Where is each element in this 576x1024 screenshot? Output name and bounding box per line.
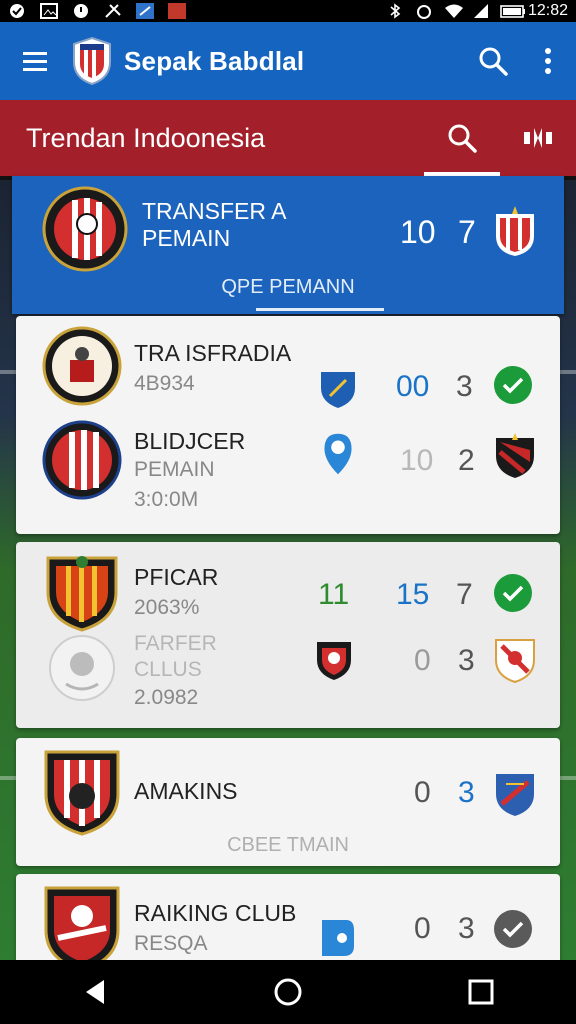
confirmed-status[interactable] [494, 574, 532, 612]
player-name: FARFER [134, 632, 217, 655]
transfer-value: 2063% [134, 596, 200, 619]
club-crest [42, 420, 122, 500]
score-away: 7 [458, 214, 476, 250]
search-icon[interactable] [478, 46, 508, 76]
score-away: 3 [456, 370, 473, 403]
status-bar: 12:82 [0, 0, 576, 22]
more-vert-icon[interactable] [544, 47, 552, 75]
tab-indicator [256, 308, 384, 311]
menu-icon [23, 52, 47, 71]
club-crest [44, 886, 120, 972]
transfer-row[interactable]: RAIKING CLUB RESQA 0 3 [16, 882, 560, 972]
section-title: Trendan Indoonesia [26, 122, 266, 153]
club-name: CLLUS [134, 658, 202, 681]
featured-transfer-card[interactable]: TRANSFER A PEMAIN 10 7 QPE PEMANN [12, 176, 564, 314]
check-icon [502, 377, 524, 394]
tab-search[interactable] [424, 100, 500, 176]
transfer-row[interactable]: TRA ISFRADIA 4B934 00 3 [16, 326, 560, 426]
card-footer-label[interactable]: CBEE TMAIN [16, 834, 560, 857]
battery-icon [500, 3, 525, 19]
player-name: PFICAR [134, 564, 219, 590]
alert-icon [72, 3, 90, 19]
club-crest [44, 750, 120, 836]
transfer-fee: 3:0:0M [134, 488, 199, 511]
signal-icon [472, 3, 490, 19]
player-name: AMAKINS [134, 778, 238, 804]
app-title: Sepak Babdlal [124, 45, 305, 76]
filter-icon [524, 128, 552, 148]
club-crest [42, 186, 128, 272]
pending-status[interactable] [494, 910, 532, 948]
club-crest [49, 635, 115, 701]
score-home: 00 [396, 370, 430, 403]
image-icon [40, 3, 58, 19]
score-home: 0 [414, 776, 431, 809]
home-icon[interactable] [273, 977, 303, 1007]
pin-icon [324, 433, 352, 475]
transfer-value: RESQA [134, 932, 208, 955]
tools-icon [104, 3, 122, 19]
recents-icon[interactable] [468, 979, 494, 1005]
transfer-row[interactable]: BLIDJCER PEMAIN 3:0:0M 10 2 [16, 420, 560, 530]
wifi-icon [444, 3, 463, 19]
system-nav-bar [0, 960, 576, 1024]
transfer-card[interactable]: AMAKINS 0 3 CBEE TMAIN [16, 738, 560, 866]
notification-icon [8, 3, 26, 19]
player-name-line2: PEMAIN [142, 225, 231, 251]
tag-icon [322, 920, 354, 956]
player-role: PEMAIN [134, 458, 215, 481]
player-name: BLIDJCER [134, 428, 246, 454]
club-crest [42, 326, 122, 406]
score-away: 3 [458, 644, 475, 677]
score-away: 3 [458, 776, 475, 809]
transfer-card[interactable]: PFICAR 2063% 11 15 7 FARFER CLLUS 2.0982… [16, 542, 560, 728]
app-icon-red [168, 3, 186, 19]
player-name: TRA ISFRADIA [134, 340, 292, 366]
check-icon [502, 921, 524, 938]
transfer-card[interactable]: RAIKING CLUB RESQA 0 3 [16, 874, 560, 974]
section-bar: Trendan Indoonesia [0, 100, 576, 176]
club-badge [496, 774, 534, 816]
transfer-card[interactable]: TRA ISFRADIA 4B934 00 3 BLIDJCER PEMAIN … [16, 316, 560, 534]
score-home: 10 [400, 444, 434, 477]
bluetooth-icon [388, 3, 406, 19]
score-away: 2 [458, 444, 475, 477]
check-icon [502, 585, 524, 602]
club-crest [46, 556, 118, 632]
score-home: 0 [414, 912, 431, 945]
player-name: TRANSFER A PEMAIN [142, 198, 286, 252]
transfer-row[interactable]: AMAKINS 0 3 [16, 746, 560, 846]
app-bar: Sepak Babdlal [0, 22, 576, 100]
search-icon [448, 124, 477, 153]
tab-filter[interactable] [500, 100, 576, 176]
alarm-icon [416, 3, 434, 19]
player-name-line1: TRANSFER A [142, 198, 287, 224]
club-badge [496, 206, 534, 256]
transfer-value: 4B934 [134, 372, 195, 395]
score-home: 15 [396, 578, 430, 611]
tab-label[interactable]: QPE PEMANN [12, 276, 564, 299]
app-icon-blue [136, 3, 154, 19]
club-badge [495, 639, 535, 684]
transfer-fee: 2.0982 [134, 686, 199, 709]
club-badge [496, 433, 534, 478]
clock-text: 12:82 [527, 2, 568, 19]
score-left: 11 [318, 578, 350, 611]
club-name: RAIKING CLUB [134, 900, 297, 926]
score-home: 10 [400, 214, 436, 250]
confirmed-status[interactable] [494, 366, 532, 404]
score-away: 3 [458, 912, 475, 945]
score-home: 0 [414, 644, 431, 677]
club-logo [73, 36, 111, 86]
score-away: 7 [456, 578, 473, 611]
transfer-row[interactable]: FARFER CLLUS 2.0982 0 3 [16, 628, 560, 724]
menu-button[interactable] [0, 50, 70, 72]
club-badge-small [317, 642, 351, 680]
back-icon[interactable] [82, 978, 108, 1006]
shield-icon [321, 372, 355, 408]
